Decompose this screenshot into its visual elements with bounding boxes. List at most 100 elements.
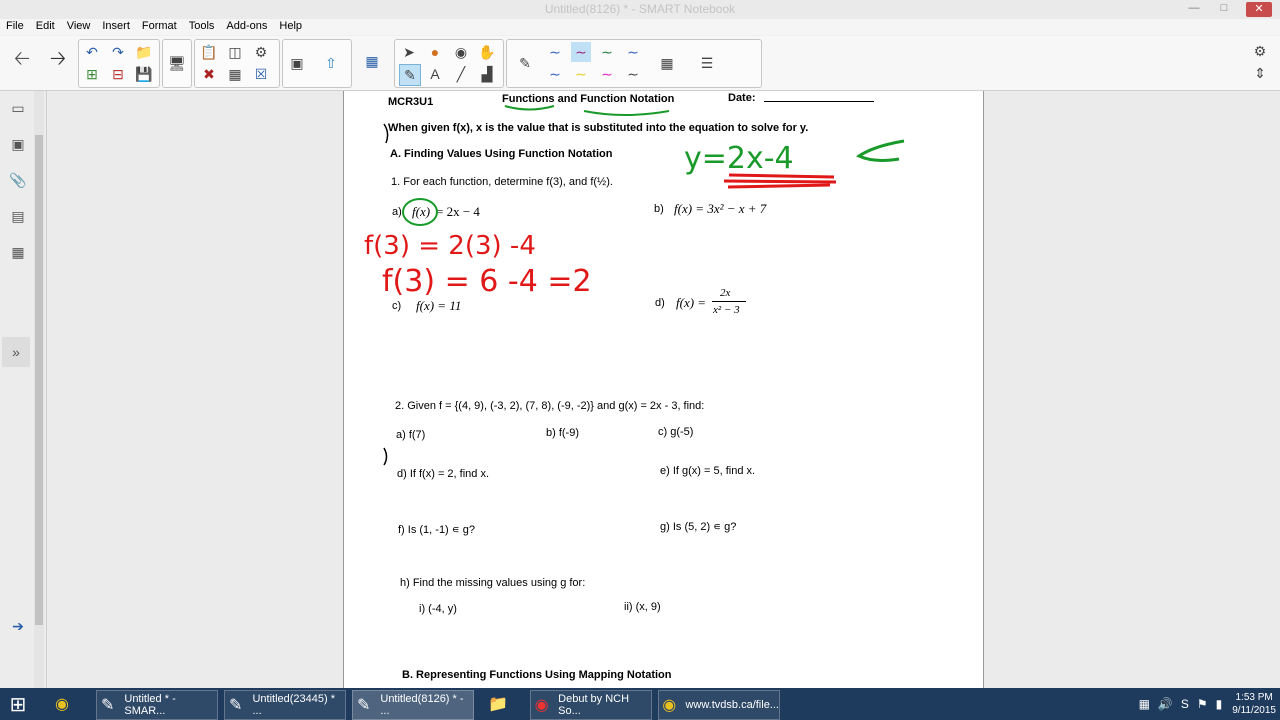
pen-style-1-icon[interactable]: ∼ (545, 42, 565, 62)
full-screen-icon[interactable]: ◫ (225, 42, 245, 62)
smart-notebook-icon: ✎ (356, 697, 371, 714)
taskbar-item-smart-3[interactable]: ✎ Untitled(8126) * - ... (352, 690, 474, 720)
chrome-icon: ◉ (662, 697, 677, 714)
pen-style-2-icon[interactable]: ∼ (571, 42, 591, 62)
ink-circle-fx (402, 198, 438, 226)
menu-help[interactable]: Help (273, 19, 308, 35)
line-tool-icon[interactable]: ╱ (451, 64, 471, 84)
volume-icon[interactable]: 🔊 (1158, 697, 1173, 711)
taskbar-item-smart-1[interactable]: ✎ Untitled * - SMAR... (96, 690, 218, 720)
pen-type-icon[interactable]: ✎ (515, 53, 535, 73)
save-icon[interactable]: 💾 (134, 64, 154, 84)
forward-arrow-icon[interactable]: 🡢 (48, 48, 68, 71)
view-group: ▣ ⇧ (282, 39, 352, 88)
pen-icon[interactable]: ✎ (399, 64, 421, 86)
attachments-icon[interactable]: 📎 (4, 165, 32, 195)
fill-icon[interactable]: ✋ (477, 42, 497, 62)
addons-puzzle-icon[interactable]: ▦ (362, 51, 382, 71)
menu-addons[interactable]: Add-ons (220, 19, 273, 35)
ink-green-arrow (855, 139, 905, 162)
addons-icon[interactable]: ▦ (4, 237, 32, 267)
capture-icon[interactable]: ⚙ (251, 42, 271, 62)
pen-style-group: ✎ ∼ ∼ ∼ ∼ ∼ ∼ ∼ ∼ ▦ ☰ (506, 39, 762, 88)
magic-pen-icon[interactable]: ◉ (451, 42, 471, 62)
undo-icon[interactable]: ↶ (82, 42, 102, 62)
close-button[interactable]: ✕ (1246, 2, 1272, 17)
pen-style-6-icon[interactable]: ∼ (571, 64, 591, 84)
smart-notebook-icon: ✎ (229, 697, 243, 714)
menu-format[interactable]: Format (136, 19, 183, 35)
edit-tool-group: ↶ ↷ 📁 ⊞ ⊟ 💾 (78, 39, 160, 88)
delete-page-icon[interactable]: ⊟ (108, 64, 128, 84)
side-panel: ▭ ▣ 📎 ▤ ▦ » ➔ (0, 91, 47, 688)
maximize-button[interactable]: □ (1216, 2, 1232, 17)
properties-icon[interactable]: ▤ (4, 201, 32, 231)
paste-icon[interactable]: 📋 (199, 42, 219, 62)
text-tool-icon[interactable]: A (425, 64, 445, 84)
gallery-icon[interactable]: ▣ (4, 129, 32, 159)
toolbar: 🡠 🡢 ↶ ↷ 📁 ⊞ ⊟ 💾 🖥 📋 ◫ ⚙ ✖ ▦ ☒ ▣ ⇧ ▦ ➤ ● … (0, 36, 1280, 91)
chrome-icon: ◉ (55, 696, 69, 713)
toolbar-arrange-icon[interactable]: ⇕ (1250, 63, 1270, 83)
ink-underline-functions (504, 105, 555, 111)
file-explorer-button[interactable]: 📁 (484, 690, 518, 718)
page-forward-icon[interactable]: ➔ (4, 611, 32, 641)
ink-red-line-2: f(3) = 6 -4 =2 (382, 264, 592, 299)
back-arrow-icon[interactable]: 🡠 (12, 48, 32, 71)
line-style-icon[interactable]: ☰ (697, 53, 717, 73)
pen-style-7-icon[interactable]: ∼ (597, 64, 617, 84)
settings-gear-icon[interactable]: ⚙ (1250, 41, 1270, 61)
color-palette-icon[interactable]: ▦ (657, 53, 677, 73)
taskbar-item-smart-2[interactable]: ✎ Untitled(23445) * ... (224, 690, 346, 720)
worksheet-page[interactable]: MCR3U1 Functions and Function Notation D… (343, 91, 984, 688)
close-document-icon[interactable]: ☒ (251, 64, 271, 84)
select-arrow-icon[interactable]: ➤ (399, 42, 419, 62)
page-sorter-icon[interactable]: ▭ (4, 93, 32, 123)
battery-icon[interactable]: ▮ (1216, 697, 1223, 711)
add-page-icon[interactable]: ⊞ (82, 64, 102, 84)
ink-red-line-1: f(3) = 2(3) -4 (364, 231, 536, 261)
windows-logo-icon: ⊞ (9, 693, 27, 716)
pen-style-3-icon[interactable]: ∼ (597, 42, 617, 62)
flag-icon[interactable]: ⚑ (1197, 697, 1208, 711)
shapes-icon[interactable]: ● (425, 42, 445, 62)
delete-icon[interactable]: ✖ (199, 64, 219, 84)
redo-icon[interactable]: ↷ (108, 42, 128, 62)
taskbar-label: Untitled(8126) * - ... (380, 693, 464, 717)
open-folder-icon[interactable]: 📁 (134, 42, 154, 62)
folder-icon: 📁 (488, 696, 508, 713)
network-icon[interactable]: ▦ (1139, 697, 1150, 711)
pen-style-8-icon[interactable]: ∼ (623, 64, 643, 84)
taskbar-item-chrome[interactable]: ◉ www.tvdsb.ca/file... (658, 690, 780, 720)
taskbar-label: Debut by NCH So... (558, 693, 630, 717)
ink-layer: y=2x-4 f(3) = 2(3) -4 f(3) = 6 -4 =2 (364, 105, 905, 466)
debut-recorder-icon: ◉ (534, 697, 549, 714)
taskbar-label: Untitled(23445) * ... (252, 693, 336, 717)
menu-insert[interactable]: Insert (96, 19, 136, 35)
ink-underline-notation (583, 110, 670, 116)
clock-date: 9/11/2015 (1232, 705, 1276, 716)
screen-shade-icon[interactable]: 🖥 (167, 53, 187, 73)
table-icon[interactable]: ▦ (225, 64, 245, 84)
menu-edit[interactable]: Edit (30, 19, 61, 35)
pen-style-5-icon[interactable]: ∼ (545, 64, 565, 84)
share-icon[interactable]: ⇧ (321, 53, 341, 73)
document-camera-icon[interactable]: ▣ (287, 53, 307, 73)
menu-view[interactable]: View (61, 19, 97, 35)
taskbar-item-debut[interactable]: ◉ Debut by NCH So... (530, 690, 652, 720)
vertical-scrollbar[interactable] (34, 91, 44, 688)
taskbar-label: www.tvdsb.ca/file... (685, 699, 779, 711)
pen-style-4-icon[interactable]: ∼ (623, 42, 643, 62)
chrome-pinned-button[interactable]: ◉ (48, 690, 82, 718)
clock[interactable]: 1:53 PM 9/11/2015 (1232, 691, 1276, 717)
ink-green-equation: y=2x-4 (684, 141, 794, 176)
menu-tools[interactable]: Tools (183, 19, 221, 35)
clock-time: 1:53 PM (1235, 692, 1273, 703)
menu-file[interactable]: File (0, 19, 30, 35)
title-bar: Untitled(8126) * - SMART Notebook — □ ✕ (0, 0, 1280, 20)
skype-icon[interactable]: S (1181, 697, 1189, 711)
eraser-icon[interactable]: ▟ (477, 64, 497, 84)
expand-panel-icon[interactable]: » (2, 337, 30, 367)
minimize-button[interactable]: — (1186, 2, 1202, 17)
start-button[interactable]: ⊞ (6, 690, 36, 718)
